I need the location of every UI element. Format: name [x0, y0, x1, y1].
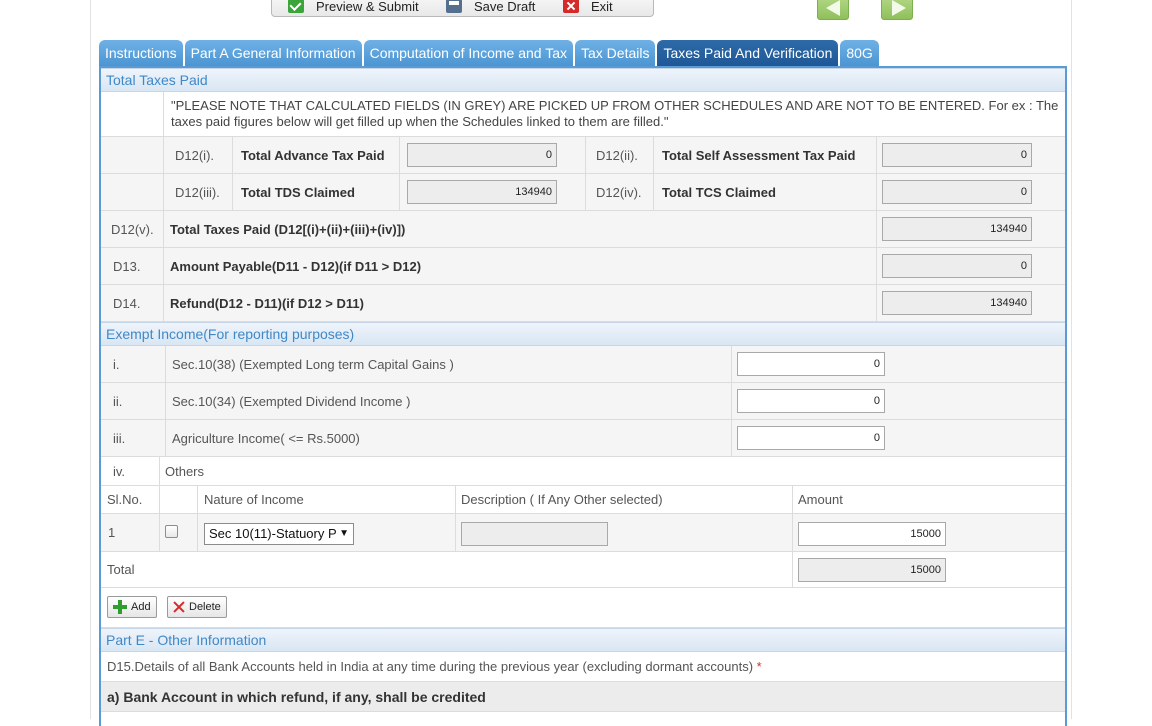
d12-iv-label: Total TCS Claimed	[662, 184, 776, 200]
total-tcs-claimed-field: 0	[882, 180, 1032, 204]
close-icon	[563, 0, 579, 13]
total-advance-tax-paid-field: 0	[407, 143, 557, 167]
d12-iii-code: D12(iii).	[175, 184, 220, 200]
exempt-i-label: Sec.10(38) (Exempted Long term Capital G…	[172, 356, 454, 372]
exempt-ii-label: Sec.10(34) (Exempted Dividend Income )	[172, 393, 411, 409]
table-row: 1 Sec 10(11)-Statuory P ▼ 15000	[101, 514, 1065, 552]
d12-iii-iv-row: D12(iii). Total TDS Claimed 134940 D12(i…	[101, 174, 1065, 211]
add-delete-row: Add Delete	[101, 588, 1065, 628]
exempt-iii-code: iii.	[113, 430, 126, 446]
calculated-fields-note: "PLEASE NOTE THAT CALCULATED FIELDS (IN …	[171, 98, 1059, 129]
agriculture-income-input[interactable]: 0	[737, 426, 885, 450]
arrow-right-icon	[892, 0, 906, 16]
main-panel: Total Taxes Paid "PLEASE NOTE THAT CALCU…	[99, 66, 1067, 726]
d12-v-row: D12(v). Total Taxes Paid (D12[(i)+(ii)+(…	[101, 211, 1065, 248]
refund-field: 134940	[882, 291, 1032, 315]
arrow-left-icon	[826, 0, 840, 16]
col-description: Description ( If Any Other selected)	[461, 492, 663, 507]
total-self-assessment-tax-field: 0	[882, 143, 1032, 167]
total-row: Total 15000	[101, 552, 1065, 588]
ltcg-exempt-input[interactable]: 0	[737, 352, 885, 376]
d14-row: D14. Refund(D12 - D11)(if D12 > D11) 134…	[101, 285, 1065, 322]
tab-bar: Instructions Part A General Information …	[99, 40, 879, 67]
d12-iv-code: D12(iv).	[596, 184, 642, 200]
col-nature-of-income: Nature of Income	[204, 492, 304, 507]
tab-part-a-general-information[interactable]: Part A General Information	[184, 40, 362, 67]
tab-instructions[interactable]: Instructions	[99, 40, 183, 67]
d14-code: D14.	[113, 295, 141, 311]
d12-iii-label: Total TDS Claimed	[241, 184, 355, 200]
exempt-iv-row: iv. Others	[101, 457, 1065, 486]
bank-account-refund-label: a) Bank Account in which refund, if any,…	[107, 688, 486, 705]
delete-row-button[interactable]: Delete	[167, 596, 227, 618]
check-icon	[288, 0, 304, 13]
bank-account-refund-row: a) Bank Account in which refund, if any,…	[101, 682, 1065, 712]
exempt-iii-row: iii. Agriculture Income( <= Rs.5000) 0	[101, 420, 1065, 457]
total-label: Total	[107, 562, 135, 577]
row-select-checkbox[interactable]	[165, 525, 178, 538]
part-e-heading: Part E - Other Information	[101, 628, 1065, 652]
d13-row: D13. Amount Payable(D11 - D12)(if D11 > …	[101, 248, 1065, 285]
d15-text: D15.Details of all Bank Accounts held in…	[107, 659, 762, 674]
others-table-header: Sl.No. Nature of Income Description ( If…	[101, 486, 1065, 514]
required-mark: *	[756, 659, 762, 674]
d12-i-label: Total Advance Tax Paid	[241, 147, 385, 163]
d14-label: Refund(D12 - D11)(if D12 > D11)	[170, 295, 364, 311]
top-toolbar: Preview & Submit Save Draft Exit	[271, 0, 654, 17]
add-row-button[interactable]: Add	[107, 596, 157, 618]
exempt-iv-label: Others	[165, 463, 205, 479]
total-amount-field: 15000	[798, 558, 946, 582]
amount-input[interactable]: 15000	[798, 522, 946, 546]
dropdown-arrow-icon: ▼	[339, 528, 349, 539]
d13-label: Amount Payable(D11 - D12)(if D11 > D12)	[170, 258, 422, 274]
exempt-ii-row: ii. Sec.10(34) (Exempted Dividend Income…	[101, 383, 1065, 420]
exempt-income-heading: Exempt Income(For reporting purposes)	[101, 322, 1065, 346]
exempt-iii-label: Agriculture Income( <= Rs.5000)	[172, 430, 360, 446]
previous-page-button[interactable]	[817, 0, 849, 20]
d12-v-code: D12(v).	[111, 221, 154, 237]
save-icon	[446, 0, 462, 13]
tab-taxes-paid-and-verification[interactable]: Taxes Paid And Verification	[657, 40, 839, 67]
col-amount: Amount	[798, 492, 843, 507]
d12-v-label: Total Taxes Paid (D12[(i)+(ii)+(iii)+(iv…	[170, 221, 406, 237]
preview-submit-button[interactable]: Preview & Submit	[288, 0, 446, 16]
calculated-fields-note-row: "PLEASE NOTE THAT CALCULATED FIELDS (IN …	[101, 92, 1065, 137]
delete-icon	[173, 601, 185, 613]
d12-i-code: D12(i).	[175, 147, 215, 163]
exempt-i-row: i. Sec.10(38) (Exempted Long term Capita…	[101, 346, 1065, 383]
next-page-button[interactable]	[881, 0, 913, 20]
d12-ii-code: D12(ii).	[596, 147, 638, 163]
description-field	[461, 522, 608, 546]
tab-tax-details[interactable]: Tax Details	[575, 40, 656, 67]
d13-code: D13.	[113, 258, 141, 274]
save-draft-button[interactable]: Save Draft	[446, 0, 563, 16]
row-slno: 1	[108, 525, 116, 540]
tab-computation-of-income-and-tax[interactable]: Computation of Income and Tax	[363, 40, 573, 67]
dividend-exempt-input[interactable]: 0	[737, 389, 885, 413]
total-taxes-paid-field: 134940	[882, 217, 1032, 241]
d15-row: D15.Details of all Bank Accounts held in…	[101, 652, 1065, 682]
d12-ii-label: Total Self Assessment Tax Paid	[662, 147, 856, 163]
nature-of-income-select[interactable]: Sec 10(11)-Statuory P ▼	[204, 523, 354, 545]
exempt-i-code: i.	[113, 356, 120, 372]
amount-payable-field: 0	[882, 254, 1032, 278]
exempt-ii-code: ii.	[113, 393, 123, 409]
col-slno: Sl.No.	[107, 492, 143, 507]
total-taxes-paid-heading: Total Taxes Paid	[101, 68, 1065, 92]
exempt-iv-code: iv.	[113, 463, 126, 479]
d12-i-ii-row: D12(i). Total Advance Tax Paid 0 D12(ii)…	[101, 137, 1065, 174]
exit-button[interactable]: Exit	[563, 0, 613, 16]
tab-80g[interactable]: 80G	[840, 40, 879, 67]
plus-icon	[113, 600, 127, 614]
total-tds-claimed-field: 134940	[407, 180, 557, 204]
